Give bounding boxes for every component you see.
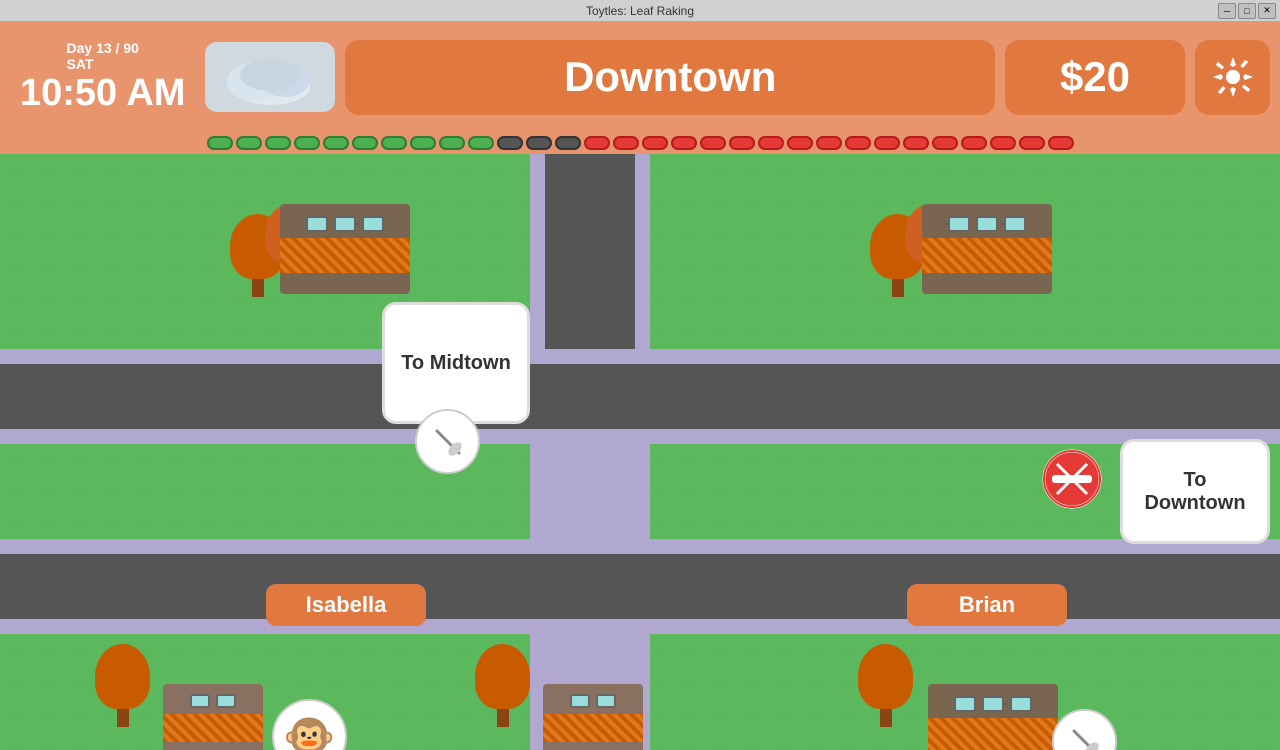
day-time-box: Day 13 / 90 SAT 10:50 AM (10, 34, 195, 121)
isabella-name: Isabella (306, 592, 387, 617)
location-text: Downtown (564, 53, 776, 101)
house-isabella (280, 204, 410, 294)
progress-pill (671, 136, 697, 150)
tree-7 (858, 644, 913, 727)
broom-bubble-isabella (415, 409, 480, 474)
progress-pill (787, 136, 813, 150)
game-world: To Midtown To Downtown (0, 154, 1280, 750)
house-brian (922, 204, 1052, 294)
no-entry-sign (1042, 449, 1102, 509)
brian-name: Brian (959, 592, 1015, 617)
house-alberto (163, 684, 263, 750)
progress-pill (439, 136, 465, 150)
minimize-button[interactable]: ─ (1218, 3, 1236, 19)
progress-pill (410, 136, 436, 150)
progress-pill (700, 136, 726, 150)
progress-pill (613, 136, 639, 150)
location-box: Downtown (345, 40, 995, 115)
progress-pill (207, 136, 233, 150)
progress-pill (468, 136, 494, 150)
weather-icon (210, 47, 330, 107)
house-window (334, 216, 356, 232)
to-downtown-text: To Downtown (1139, 469, 1251, 515)
gear-icon (1211, 55, 1255, 99)
house-marsha (543, 684, 643, 750)
house-window (570, 694, 590, 708)
progress-pill (236, 136, 262, 150)
progress-pill (903, 136, 929, 150)
progress-pill (323, 136, 349, 150)
weather-box (205, 42, 335, 112)
progress-pill (874, 136, 900, 150)
house-window (362, 216, 384, 232)
window-controls[interactable]: ─ □ ✕ (1218, 3, 1276, 19)
progress-pill (352, 136, 378, 150)
progress-pill (758, 136, 784, 150)
name-label-brian[interactable]: Brian (907, 584, 1067, 626)
progress-pill (642, 136, 668, 150)
house-window (954, 696, 976, 712)
close-button[interactable]: ✕ (1258, 3, 1276, 19)
house-window (596, 694, 616, 708)
house-window (1010, 696, 1032, 712)
progress-pill (526, 136, 552, 150)
progress-pill (932, 136, 958, 150)
progress-pill (729, 136, 755, 150)
money-box: $20 (1005, 40, 1185, 115)
progress-pill (294, 136, 320, 150)
progress-pill (1019, 136, 1045, 150)
progress-pill (497, 136, 523, 150)
settings-button[interactable] (1195, 40, 1270, 115)
day-counter: Day 13 / 90 (67, 40, 139, 56)
tree-6 (475, 644, 530, 727)
house-window (216, 694, 236, 708)
to-downtown-sign[interactable]: To Downtown (1120, 439, 1270, 544)
road-horizontal-bottom (0, 554, 1280, 619)
house-window (1004, 216, 1026, 232)
money-display: $20 (1060, 53, 1130, 101)
house-window (982, 696, 1004, 712)
house-window (190, 694, 210, 708)
progress-pill (845, 136, 871, 150)
progress-pill (265, 136, 291, 150)
progress-strip (0, 132, 1280, 154)
window-title: Toytles: Leaf Raking (586, 4, 694, 18)
broom-bubble-mrs-smith (1052, 709, 1117, 750)
header: Day 13 / 90 SAT 10:50 AM Downtown $20 (0, 22, 1280, 132)
tree-5 (95, 644, 150, 727)
day-of-week: SAT (67, 56, 94, 72)
broom-icon-2 (1066, 723, 1104, 750)
to-midtown-sign[interactable]: To Midtown (382, 302, 530, 424)
name-label-isabella[interactable]: Isabella (266, 584, 426, 626)
progress-pill (990, 136, 1016, 150)
progress-pill (584, 136, 610, 150)
monkey-bubble-alberto: 🐵 (272, 699, 347, 750)
day-info: Day 13 / 90 SAT (67, 40, 139, 72)
no-entry-icon (1042, 449, 1102, 509)
house-window (948, 216, 970, 232)
progress-pill (961, 136, 987, 150)
house-mrs-smith (928, 684, 1058, 750)
time-display: 10:50 AM (20, 72, 185, 115)
progress-pill (1048, 136, 1074, 150)
house-window (976, 216, 998, 232)
road-horizontal-main (0, 364, 1280, 429)
title-bar: Toytles: Leaf Raking ─ □ ✕ (0, 0, 1280, 22)
house-window (306, 216, 328, 232)
progress-pill (381, 136, 407, 150)
maximize-button[interactable]: □ (1238, 3, 1256, 19)
monkey-icon: 🐵 (283, 712, 335, 750)
progress-pill (555, 136, 581, 150)
to-midtown-text: To Midtown (401, 352, 511, 375)
broom-icon (429, 423, 467, 461)
progress-pill (816, 136, 842, 150)
